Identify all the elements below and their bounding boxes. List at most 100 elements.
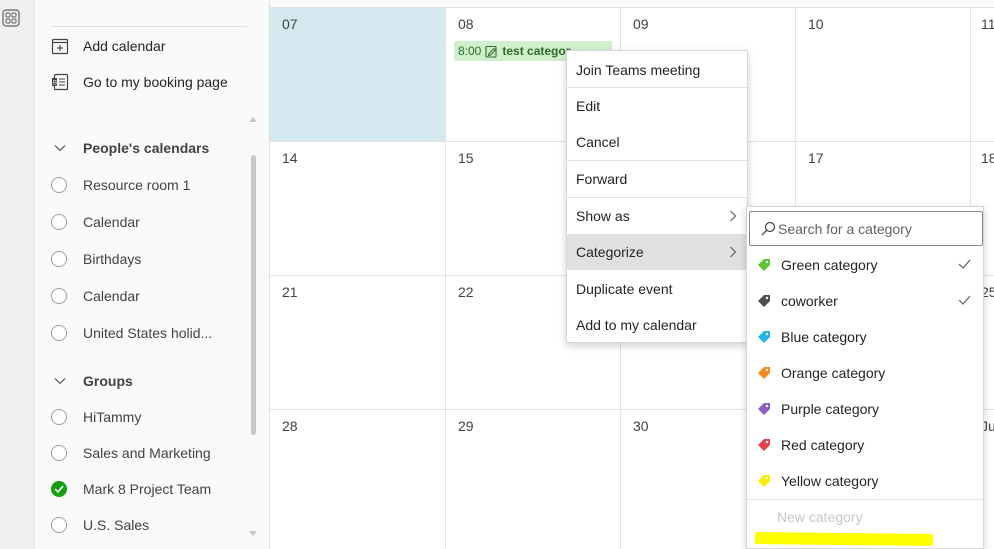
day-cell-11[interactable]: 11 bbox=[971, 8, 994, 142]
day-cell-07[interactable]: 07 bbox=[270, 8, 446, 142]
section-title: Groups bbox=[83, 373, 133, 389]
sidebar-scrollbar[interactable] bbox=[251, 155, 256, 435]
svg-text:B: B bbox=[53, 81, 57, 87]
add-calendar-label: Add calendar bbox=[83, 38, 166, 54]
day-cell-21[interactable]: 21 bbox=[270, 276, 446, 410]
day-number: 17 bbox=[808, 150, 824, 166]
scroll-up-icon[interactable] bbox=[248, 115, 258, 123]
checkmark-icon bbox=[54, 485, 64, 493]
menu-item-label: Duplicate event bbox=[576, 281, 673, 297]
tag-icon bbox=[758, 295, 770, 307]
day-number: 22 bbox=[458, 284, 474, 300]
menu-item-join-teams-meeting[interactable]: Join Teams meeting bbox=[567, 52, 747, 88]
category-item-blue[interactable]: Blue category bbox=[747, 319, 983, 355]
calendar-item-mark-8-project-team[interactable]: Mark 8 Project Team bbox=[51, 478, 211, 500]
booking-page-button[interactable]: B Go to my booking page bbox=[51, 70, 228, 94]
day-cell-28[interactable]: 28 bbox=[270, 410, 446, 549]
day-cell-14[interactable]: 14 bbox=[270, 142, 446, 276]
calendar-item-sales-and-marketing[interactable]: Sales and Marketing bbox=[51, 442, 211, 464]
calendar-toggle-radio[interactable] bbox=[51, 251, 67, 267]
event-time: 8:00 bbox=[458, 44, 482, 58]
checkmark-icon bbox=[958, 295, 971, 305]
day-number: 08 bbox=[458, 16, 474, 32]
day-number: 10 bbox=[808, 16, 824, 32]
calendar-toggle-radio[interactable] bbox=[51, 517, 67, 533]
menu-item-label: Categorize bbox=[576, 244, 644, 260]
tag-icon bbox=[758, 259, 770, 271]
day-number: 29 bbox=[458, 418, 474, 434]
menu-item-forward[interactable]: Forward bbox=[567, 161, 747, 197]
menu-item-cancel[interactable]: Cancel bbox=[567, 124, 747, 160]
event-context-menu: Join Teams meeting Edit Cancel Forward S… bbox=[566, 50, 748, 343]
category-label: Yellow category bbox=[781, 473, 879, 489]
section-title: People's calendars bbox=[83, 140, 210, 156]
event-subject: test categor bbox=[502, 44, 571, 58]
calendar-item-us-sales[interactable]: U.S. Sales bbox=[51, 514, 149, 536]
chevron-right-icon bbox=[730, 210, 737, 222]
tag-icon bbox=[758, 475, 770, 487]
sidebar-divider bbox=[51, 26, 247, 27]
scroll-down-icon[interactable] bbox=[248, 530, 258, 538]
calendar-toggle-radio[interactable] bbox=[51, 325, 67, 341]
day-number: 09 bbox=[633, 16, 649, 32]
calendar-item-us-holidays[interactable]: United States holid... bbox=[51, 322, 212, 344]
add-calendar-button[interactable]: Add calendar bbox=[51, 34, 166, 58]
calendar-toggle-radio[interactable] bbox=[51, 445, 67, 461]
menu-item-add-to-my-calendar[interactable]: Add to my calendar bbox=[567, 307, 747, 343]
calendar-item-calendar-2[interactable]: Calendar bbox=[51, 285, 140, 307]
new-category-button[interactable]: New category bbox=[777, 509, 863, 525]
category-item-purple[interactable]: Purple category bbox=[747, 391, 983, 427]
tag-icon bbox=[758, 331, 770, 343]
calendar-item-calendar[interactable]: Calendar bbox=[51, 211, 140, 233]
tag-icon bbox=[758, 367, 770, 379]
day-cell-10[interactable]: 10 bbox=[796, 8, 971, 142]
chevron-down-icon bbox=[54, 145, 66, 152]
section-header-peoples-calendars[interactable]: People's calendars bbox=[53, 137, 209, 159]
menu-item-categorize[interactable]: Categorize bbox=[567, 234, 747, 270]
chevron-down-icon bbox=[54, 378, 66, 385]
calendar-item-label: Sales and Marketing bbox=[83, 445, 211, 461]
calendar-item-label: United States holid... bbox=[83, 325, 213, 341]
app-rail bbox=[0, 0, 35, 549]
yellow-highlight-annotation bbox=[754, 532, 934, 546]
day-number: 21 bbox=[282, 284, 298, 300]
category-label: Orange category bbox=[781, 365, 886, 381]
calendar-item-hitammy[interactable]: HiTammy bbox=[51, 406, 141, 428]
category-item-green[interactable]: Green category bbox=[747, 247, 983, 283]
section-header-groups[interactable]: Groups bbox=[53, 370, 133, 392]
calendar-item-resource-room-1[interactable]: Resource room 1 bbox=[51, 174, 190, 196]
calendar-item-label: HiTammy bbox=[83, 409, 142, 425]
calendar-item-label: Calendar bbox=[83, 288, 140, 304]
calendar-toggle-radio-checked[interactable] bbox=[51, 481, 67, 497]
calendar-toggle-radio[interactable] bbox=[51, 214, 67, 230]
category-search-input[interactable] bbox=[778, 220, 968, 237]
checkmark-icon bbox=[958, 259, 971, 269]
day-number: 14 bbox=[282, 150, 298, 166]
day-number: 15 bbox=[458, 150, 474, 166]
calendar-item-birthdays[interactable]: Birthdays bbox=[51, 248, 141, 270]
category-label: Purple category bbox=[781, 401, 880, 417]
day-number: 28 bbox=[282, 418, 298, 434]
calendar-toggle-radio[interactable] bbox=[51, 409, 67, 425]
calendar-toggle-radio[interactable] bbox=[51, 288, 67, 304]
category-item-orange[interactable]: Orange category bbox=[747, 355, 983, 391]
day-number: 07 bbox=[282, 16, 298, 32]
day-number: 11 bbox=[981, 16, 994, 32]
booking-page-label: Go to my booking page bbox=[83, 74, 228, 90]
category-search-box[interactable] bbox=[749, 211, 983, 246]
chevron-right-icon bbox=[730, 246, 737, 258]
category-label: coworker bbox=[781, 293, 838, 309]
category-item-yellow[interactable]: Yellow category bbox=[747, 463, 983, 499]
menu-item-duplicate-event[interactable]: Duplicate event bbox=[567, 271, 747, 307]
tag-icon bbox=[758, 439, 770, 451]
category-item-red[interactable]: Red category bbox=[747, 427, 983, 463]
menu-divider bbox=[747, 499, 983, 500]
menu-item-show-as[interactable]: Show as bbox=[567, 198, 747, 234]
menu-item-edit[interactable]: Edit bbox=[567, 88, 747, 124]
calendar-item-label: Birthdays bbox=[83, 251, 142, 267]
category-label: Green category bbox=[781, 257, 878, 273]
day-cell-29[interactable]: 29 bbox=[446, 410, 621, 549]
category-item-coworker[interactable]: coworker bbox=[747, 283, 983, 319]
apps-grid-icon[interactable] bbox=[2, 9, 20, 27]
calendar-toggle-radio[interactable] bbox=[51, 177, 67, 193]
